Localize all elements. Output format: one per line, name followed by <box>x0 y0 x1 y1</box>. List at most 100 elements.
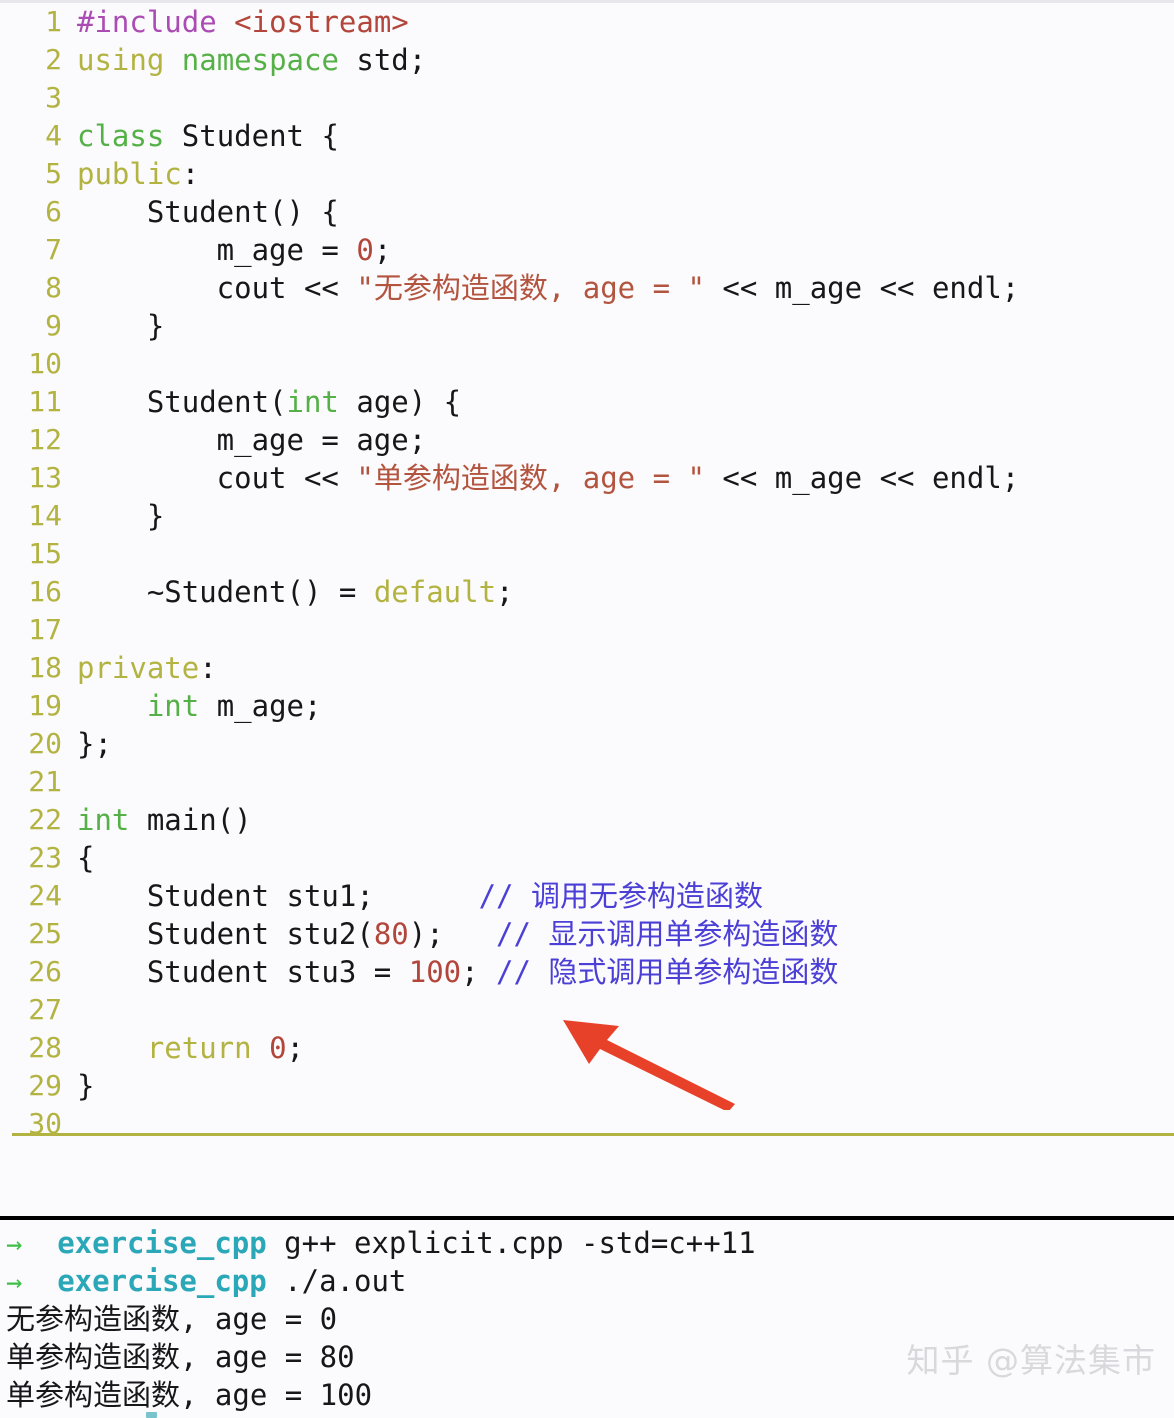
code-line[interactable]: 13 cout << "单参构造函数, age = " << m_age << … <box>0 459 1174 497</box>
code-line[interactable]: 8 cout << "无参构造函数, age = " << m_age << e… <box>0 269 1174 307</box>
code-line[interactable]: 14 } <box>0 497 1174 535</box>
code-line[interactable]: 11 Student(int age) { <box>0 383 1174 421</box>
code-token: { <box>77 841 95 875</box>
line-number: 14 <box>28 499 62 532</box>
terminal-line-list[interactable]: → exercise_cpp g++ explicit.cpp -std=c++… <box>0 1224 1174 1414</box>
code-token: ; <box>373 233 392 267</box>
code-line[interactable]: 4 class Student { <box>0 117 1174 155</box>
code-token: m_age = <box>77 233 357 267</box>
terminal-panel[interactable]: → exercise_cpp g++ explicit.cpp -std=c++… <box>0 1220 1174 1418</box>
line-number: 27 <box>28 993 62 1026</box>
code-line[interactable]: 28 return 0; <box>0 1029 1174 1067</box>
code-line[interactable]: 16 ~Student() = default; <box>0 573 1174 611</box>
terminal-next-prompt-stub <box>146 1412 157 1418</box>
code-token: << m_age << endl; <box>704 271 1020 305</box>
code-line[interactable]: 29} <box>0 1067 1174 1105</box>
line-number: 12 <box>28 423 62 456</box>
code-line[interactable]: 12 m_age = age; <box>0 421 1174 459</box>
code-line[interactable]: 22 int main() <box>0 801 1174 839</box>
code-token: } <box>77 1069 95 1103</box>
code-token: std; <box>338 43 427 77</box>
code-token: // 显示调用单参构造函数 <box>496 917 839 951</box>
code-token: int <box>286 385 339 419</box>
code-editor[interactable]: 1 #include <iostream> 2 using namespace std… <box>0 3 1174 1140</box>
code-line[interactable]: 5 public: <box>0 155 1174 193</box>
code-line[interactable]: 27 <box>0 991 1174 1029</box>
line-number: 10 <box>28 347 62 380</box>
code-line[interactable]: 6 Student() { <box>0 193 1174 231</box>
code-line[interactable]: 7 m_age = 0; <box>0 231 1174 269</box>
line-number: 28 <box>28 1031 62 1064</box>
code-token: ); <box>408 917 497 951</box>
line-number: 4 <box>45 119 62 152</box>
code-token: // 调用无参构造函数 <box>478 879 763 913</box>
terminal-output-text: 单参构造函数, age = 80 <box>6 1340 355 1374</box>
code-line-text: m_age = 0; <box>62 231 392 269</box>
line-number: 20 <box>28 727 62 760</box>
prompt-arrow-icon: → <box>6 1229 23 1260</box>
terminal-command: g++ explicit.cpp -std=c++11 <box>284 1226 756 1260</box>
code-token: int <box>77 803 130 837</box>
code-token: namespace <box>181 43 339 77</box>
code-line[interactable]: 19 int m_age; <box>0 687 1174 725</box>
code-line[interactable]: 10 <box>0 345 1174 383</box>
line-number: 18 <box>28 651 62 684</box>
line-number: 2 <box>45 43 62 76</box>
prompt-arrow-icon: → <box>6 1267 23 1298</box>
code-token: Student() { <box>77 195 339 229</box>
code-token: 0 <box>269 1031 287 1065</box>
code-line[interactable]: 24 Student stu1; // 调用无参构造函数 <box>0 877 1174 915</box>
line-number: 25 <box>28 917 62 950</box>
code-token: m_age; <box>199 689 322 723</box>
code-token: cout << <box>77 461 357 495</box>
code-line-text: cout << "单参构造函数, age = " << m_age << end… <box>62 459 1020 497</box>
code-token: using <box>77 43 165 77</box>
code-line[interactable]: 26 Student stu3 = 100; // 隐式调用单参构造函数 <box>0 953 1174 991</box>
code-line-text: } <box>62 497 164 535</box>
line-number: 24 <box>28 879 62 912</box>
code-token: cout << <box>77 271 357 305</box>
code-line[interactable]: 1 #include <iostream> <box>0 3 1174 41</box>
code-line-text: using namespace std; <box>62 41 426 79</box>
code-line[interactable]: 25 Student stu2(80); // 显示调用单参构造函数 <box>0 915 1174 953</box>
code-line[interactable]: 21 <box>0 763 1174 801</box>
code-token: Student { <box>164 119 339 153</box>
code-token: <iostream> <box>234 5 409 39</box>
line-number: 5 <box>45 157 62 190</box>
code-token: main() <box>129 803 252 837</box>
code-token: Student stu1; <box>77 879 479 913</box>
line-number: 11 <box>28 385 62 418</box>
code-line-text: ~Student() = default; <box>62 573 514 611</box>
code-token: public <box>77 157 182 191</box>
code-line[interactable]: 18 private: <box>0 649 1174 687</box>
code-token: age) { <box>338 385 462 419</box>
code-line[interactable]: 2 using namespace std; <box>0 41 1174 79</box>
code-token: : <box>199 651 217 685</box>
code-line-list[interactable]: 1 #include <iostream> 2 using namespace std… <box>0 3 1174 1143</box>
code-line-text: } <box>62 1067 94 1105</box>
code-line-text: public: <box>62 155 199 193</box>
code-token: Student( <box>77 385 287 419</box>
code-line[interactable]: 9 } <box>0 307 1174 345</box>
line-number: 6 <box>45 195 62 228</box>
code-line[interactable]: 23 { <box>0 839 1174 877</box>
code-token: } <box>77 309 165 343</box>
code-line[interactable]: 20}; <box>0 725 1174 763</box>
code-token: // 隐式调用单参构造函数 <box>496 955 839 989</box>
code-token: 80 <box>373 917 409 951</box>
code-token: class <box>77 119 165 153</box>
code-line[interactable]: 17 <box>0 611 1174 649</box>
terminal-command: ./a.out <box>284 1264 407 1298</box>
line-number: 23 <box>28 841 62 874</box>
code-line-text: private: <box>62 649 217 687</box>
prompt-directory: exercise_cpp <box>57 1226 267 1260</box>
code-line[interactable]: 15 <box>0 535 1174 573</box>
code-token: }; <box>77 727 112 761</box>
line-number: 3 <box>45 81 62 114</box>
code-line[interactable]: 3 <box>0 79 1174 117</box>
code-token: "无参构造函数, age = " <box>356 271 705 305</box>
